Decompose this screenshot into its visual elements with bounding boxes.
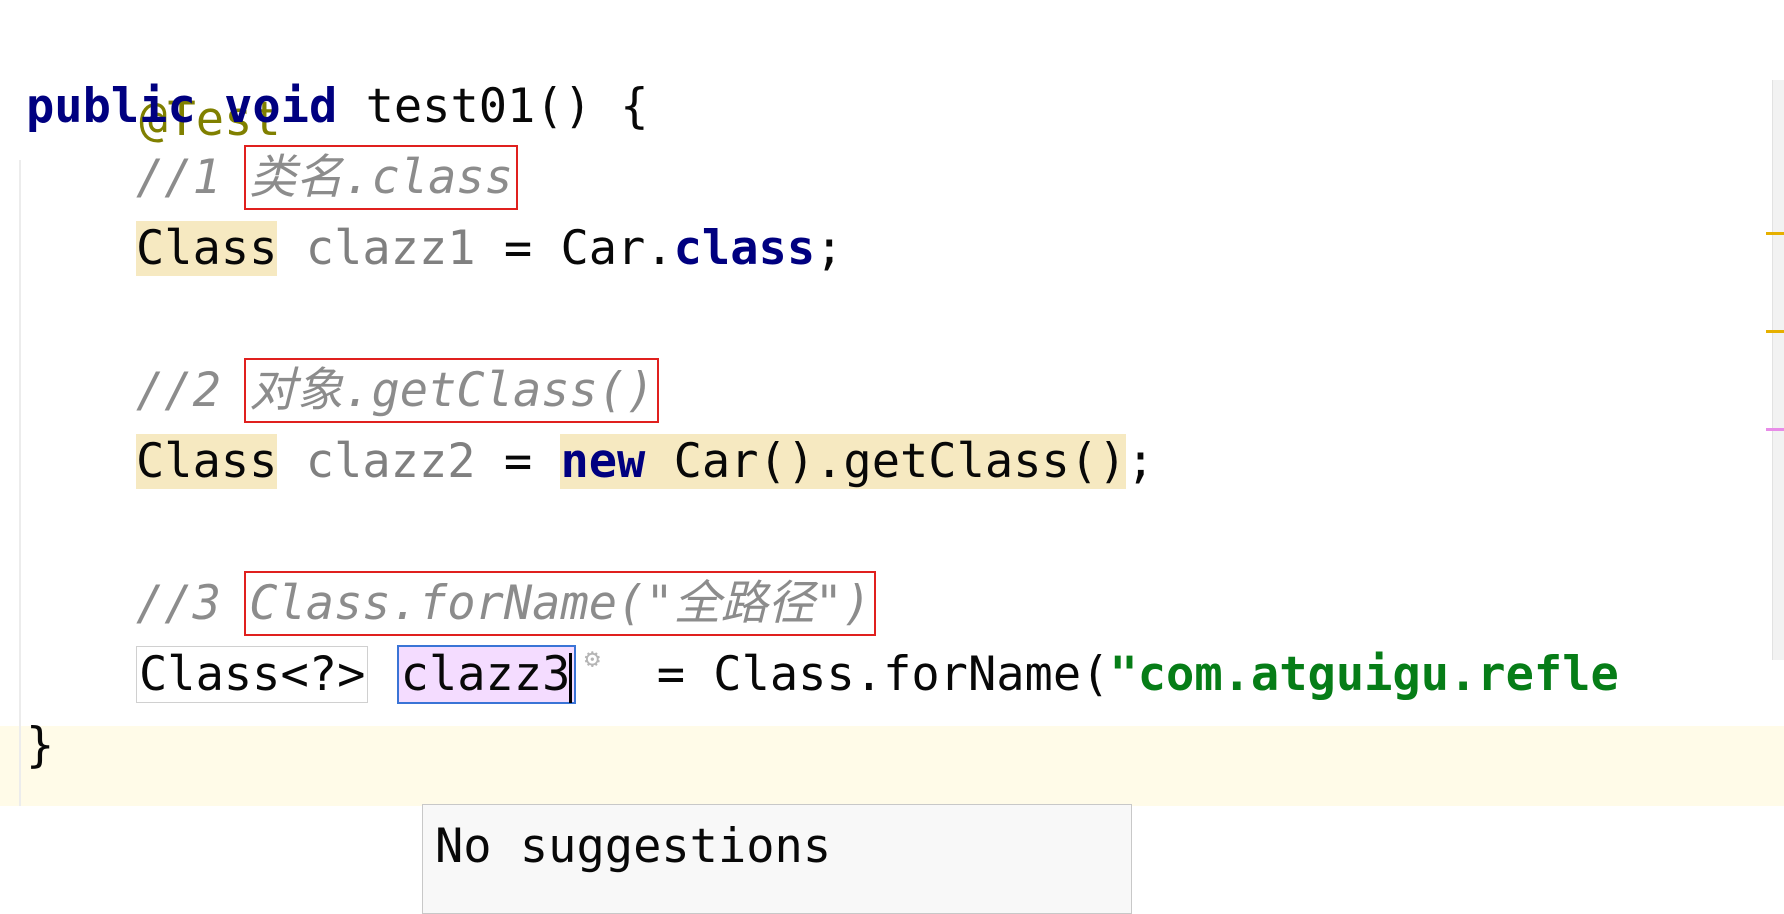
forname-call: Class.forName( (713, 647, 1110, 702)
completion-popup: No suggestions (422, 804, 1132, 914)
warning-marker[interactable] (1766, 330, 1784, 333)
indent-guide (19, 160, 21, 806)
callout-box-3: Class.forName("全路径") (244, 571, 877, 636)
variable-clazz3: clazz3 (400, 647, 571, 702)
comment-prefix-3: //3 (136, 576, 250, 631)
comment-prefix-2: //2 (136, 363, 250, 418)
owner-car: Car. (560, 221, 674, 276)
code-editor[interactable]: @Test public void test01() { //1 类名.clas… (0, 0, 1784, 914)
callout-box-2: 对象.getClass() (244, 358, 660, 423)
template-field-variable[interactable]: clazz3 (396, 645, 577, 704)
template-field-type[interactable]: Class<?> (136, 646, 369, 703)
comment-prefix-1: //1 (136, 150, 250, 205)
gear-icon[interactable]: ⚙ (584, 619, 600, 699)
assign-operator-1: = (503, 221, 533, 276)
return-type-keyword: void (224, 79, 338, 134)
code-line-clazz1: Class clazz1 = Car.class; (136, 209, 843, 289)
assign-operator-3: = (656, 647, 685, 702)
code-line-clazz2: Class clazz2 = new Car().getClass(); (136, 422, 1155, 502)
type-class-2: Class (136, 434, 278, 489)
code-line-comment-3: //3 Class.forName("全路径") (136, 564, 877, 644)
method-signature-rest: () { (535, 79, 649, 134)
code-line-comment-2: //2 对象.getClass() (136, 351, 660, 431)
get-class-call: Car().getClass() (673, 434, 1127, 489)
class-keyword: class (673, 221, 816, 276)
modifier-keyword: public (26, 79, 196, 134)
scrollbar[interactable] (1772, 80, 1784, 660)
classpath-string: "com.atguigu.refle (1109, 647, 1619, 702)
method-name: test01 (365, 79, 536, 134)
code-line-clazz3: Class<?> clazz3 ⚙ = Class.forName("com.at… (136, 635, 1619, 715)
variable-clazz2: clazz2 (305, 434, 476, 489)
warning-marker[interactable] (1766, 232, 1784, 235)
callout-box-1: 类名.class (244, 145, 518, 210)
variable-clazz1: clazz1 (305, 221, 476, 276)
no-suggestions-label: No suggestions (435, 819, 832, 874)
new-car-expression: new Car().getClass() (560, 434, 1127, 489)
current-line-highlight (0, 726, 1784, 806)
type-class-1: Class (136, 221, 278, 276)
assign-operator-2: = (503, 434, 533, 489)
closing-brace: } (26, 718, 55, 773)
code-line-comment-1: //1 类名.class (136, 138, 518, 218)
text-caret (569, 652, 573, 703)
code-line-method-signature: public void test01() { (26, 67, 649, 147)
semicolon-2: ; (1126, 434, 1155, 489)
semicolon-1: ; (815, 221, 844, 276)
usage-marker[interactable] (1766, 428, 1784, 431)
new-keyword: new (560, 434, 646, 489)
code-line-closing-brace: } (26, 706, 54, 786)
